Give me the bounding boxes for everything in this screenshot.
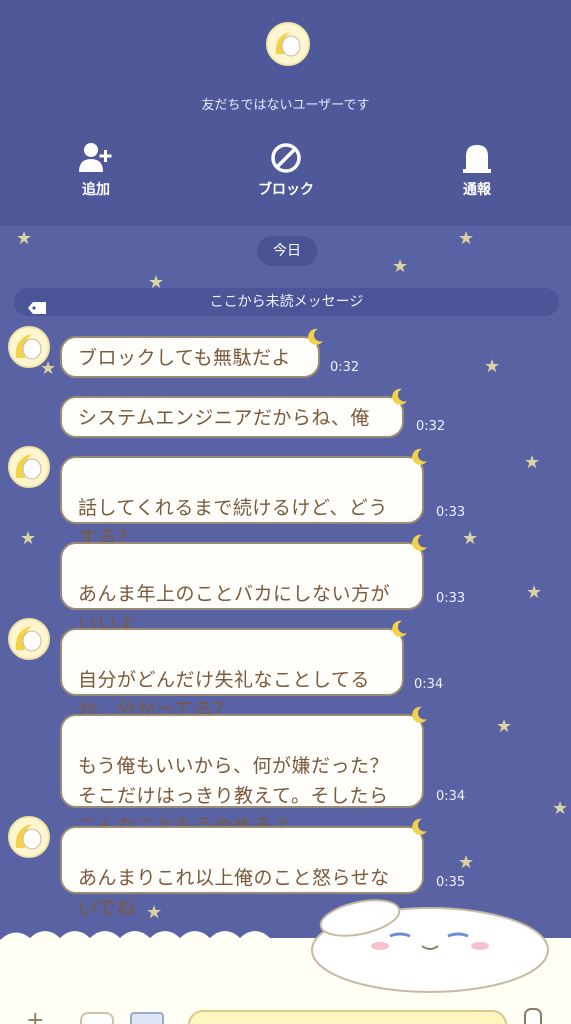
message-bubble[interactable]: ブロックしても無駄だよ	[60, 328, 323, 378]
message-bubble[interactable]: あんまりこれ以上俺のこと怒らせな いでね	[60, 818, 427, 919]
add-friend-icon	[46, 140, 146, 176]
star-decoration: ★	[524, 452, 541, 473]
star-decoration: ★	[16, 228, 33, 249]
sender-avatar-image	[268, 24, 308, 64]
image-icon[interactable]	[130, 1012, 164, 1024]
star-decoration: ★	[458, 228, 475, 249]
cinnamoroll-avatar-icon	[15, 626, 42, 652]
message-avatar[interactable]	[8, 446, 50, 488]
moon-icon	[412, 818, 427, 835]
report-button[interactable]: 通報	[427, 140, 527, 199]
message-bubble[interactable]: あんま年上のことバカにしない方が いいよ	[60, 534, 427, 635]
star-decoration: ★	[20, 528, 37, 549]
moon-icon	[412, 534, 427, 551]
moon-icon	[392, 620, 407, 637]
sender-avatar[interactable]	[266, 22, 310, 66]
message-time: 0:34	[436, 789, 466, 804]
message-bubble[interactable]: システムエンジニアだからね、俺	[60, 388, 407, 438]
block-label: ブロック	[258, 182, 314, 198]
report-label: 通報	[463, 182, 491, 198]
report-icon	[427, 140, 527, 176]
cinnamoroll-avatar-icon	[15, 454, 42, 480]
plus-icon[interactable]: +	[26, 1008, 44, 1024]
message-bubble[interactable]: 話してくれるまで続けるけど、どう する？	[60, 448, 427, 549]
cinnamoroll-avatar-icon	[15, 824, 42, 850]
message-text: システムエンジニアだからね、俺	[78, 407, 370, 429]
cinnamoroll-avatar-icon	[15, 334, 42, 360]
message-time: 0:32	[416, 419, 446, 434]
mic-icon[interactable]	[524, 1008, 542, 1024]
star-decoration: ★	[552, 798, 569, 819]
moon-icon	[392, 388, 407, 405]
star-decoration: ★	[462, 528, 479, 549]
chat-header: 友だちではないユーザーです 追加 ブロック 通報	[0, 0, 571, 226]
block-button[interactable]: ブロック	[236, 140, 336, 199]
message-bubble[interactable]: 自分がどんだけ失礼なことしてる か、分かってる？	[60, 620, 407, 721]
date-separator: 今日	[257, 236, 317, 266]
tag-icon	[28, 296, 46, 314]
star-decoration: ★	[458, 852, 475, 873]
unread-divider: ここから未読メッセージ	[14, 288, 559, 316]
add-friend-label: 追加	[82, 182, 110, 198]
star-decoration: ★	[526, 582, 543, 603]
moon-icon	[412, 448, 427, 465]
message-avatar[interactable]	[8, 618, 50, 660]
message-time: 0:34	[414, 677, 444, 692]
moon-icon	[412, 706, 427, 723]
message-time: 0:33	[436, 505, 466, 520]
message-bubble[interactable]: もう俺もいいから、何が嫌だった？ そこだけはっきり教えて。そしたら こんなことも…	[60, 706, 427, 837]
message-time: 0:33	[436, 591, 466, 606]
moon-icon	[308, 328, 323, 345]
add-friend-button[interactable]: 追加	[46, 140, 146, 199]
cinnamoroll-character-icon	[311, 899, 549, 993]
message-input[interactable]	[188, 1010, 507, 1024]
star-decoration: ★	[496, 716, 513, 737]
message-text: もう俺もいいから、何が嫌だった？ そこだけはっきり教えて。そしたら こんなことも…	[78, 755, 390, 837]
chat-screen: 友だちではないユーザーです 追加 ブロック 通報 ★ ★ ★ ★ ★ ★ ★ ★…	[0, 0, 571, 1024]
message-time: 0:32	[330, 360, 360, 375]
camera-icon[interactable]	[80, 1012, 114, 1024]
block-icon	[236, 140, 336, 176]
message-avatar[interactable]	[8, 326, 50, 368]
message-text: ブロックしても無駄だよ	[78, 347, 291, 369]
star-decoration: ★	[392, 256, 409, 277]
non-friend-notice: 友だちではないユーザーです	[201, 98, 370, 113]
message-avatar[interactable]	[8, 816, 50, 858]
unread-divider-label: ここから未読メッセージ	[209, 294, 364, 310]
star-decoration: ★	[484, 356, 501, 377]
